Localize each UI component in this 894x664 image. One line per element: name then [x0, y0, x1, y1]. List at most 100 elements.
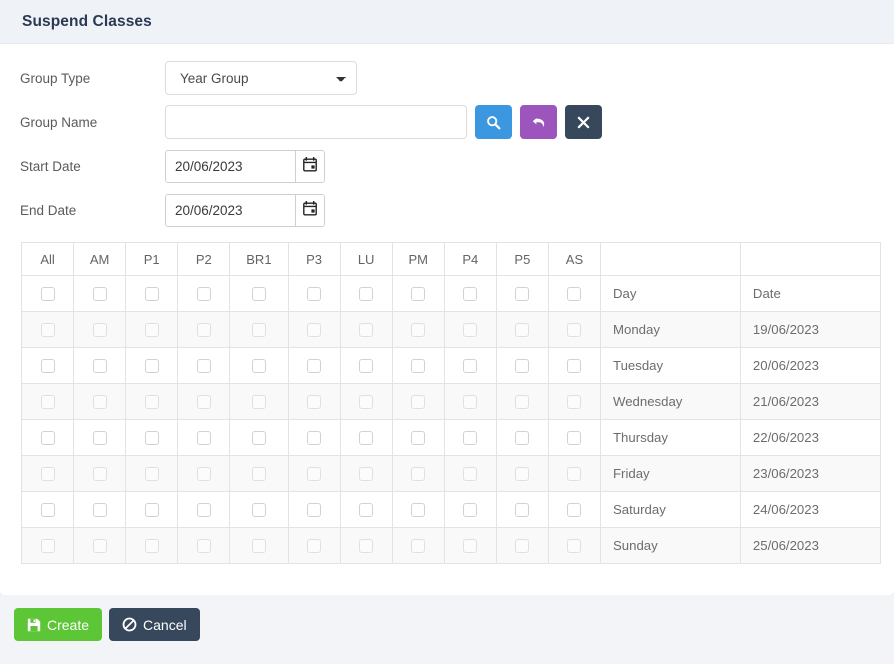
suspend-checkbox[interactable] [463, 359, 478, 374]
suspend-checkbox[interactable] [359, 287, 374, 302]
group-clear-button[interactable] [565, 105, 602, 139]
group-undo-button[interactable] [520, 105, 557, 139]
suspend-checkbox[interactable] [40, 323, 55, 338]
suspend-checkbox[interactable] [144, 431, 159, 446]
end-date-picker-button[interactable] [295, 194, 324, 226]
suspend-checkbox[interactable] [463, 395, 478, 410]
suspend-checkbox[interactable] [567, 359, 582, 374]
start-date-picker-button[interactable] [295, 150, 324, 182]
suspend-checkbox[interactable] [515, 323, 530, 338]
suspend-checkbox[interactable] [463, 467, 478, 482]
suspend-checkbox[interactable] [359, 323, 374, 338]
suspend-checkbox[interactable] [463, 503, 478, 518]
suspend-checkbox[interactable] [196, 287, 211, 302]
grid-cell-checkbox [287, 311, 341, 348]
suspend-checkbox[interactable] [515, 359, 530, 374]
start-date-input[interactable] [166, 150, 295, 182]
end-date-input[interactable] [166, 194, 295, 226]
suspend-checkbox[interactable] [92, 323, 107, 338]
suspend-checkbox[interactable] [567, 287, 582, 302]
group-name-input[interactable] [165, 105, 467, 139]
suspend-checkbox[interactable] [40, 287, 55, 302]
create-button[interactable]: Create [14, 608, 103, 641]
suspend-checkbox[interactable] [567, 431, 582, 446]
suspend-checkbox[interactable] [411, 323, 426, 338]
suspend-checkbox[interactable] [251, 431, 266, 446]
suspend-checkbox[interactable] [567, 539, 582, 554]
suspend-checkbox[interactable] [411, 467, 426, 482]
suspend-checkbox[interactable] [144, 323, 159, 338]
suspend-checkbox[interactable] [40, 431, 55, 446]
suspend-checkbox[interactable] [40, 359, 55, 374]
suspend-checkbox[interactable] [144, 539, 159, 554]
suspend-checkbox[interactable] [515, 503, 530, 518]
suspend-checkbox[interactable] [144, 503, 159, 518]
suspend-checkbox[interactable] [515, 287, 530, 302]
suspend-checkbox[interactable] [515, 431, 530, 446]
suspend-checkbox[interactable] [463, 539, 478, 554]
suspend-checkbox[interactable] [411, 395, 426, 410]
suspend-checkbox[interactable] [411, 431, 426, 446]
group-type-select[interactable]: Year Group [165, 61, 357, 95]
suspend-checkbox[interactable] [196, 359, 211, 374]
suspend-checkbox[interactable] [144, 395, 159, 410]
suspend-checkbox[interactable] [92, 359, 107, 374]
suspend-checkbox[interactable] [463, 323, 478, 338]
suspend-checkbox[interactable] [307, 503, 322, 518]
suspend-checkbox[interactable] [359, 503, 374, 518]
suspend-checkbox[interactable] [463, 287, 478, 302]
suspend-checkbox[interactable] [92, 539, 107, 554]
suspend-checkbox[interactable] [307, 323, 322, 338]
suspend-checkbox[interactable] [251, 467, 266, 482]
suspend-checkbox[interactable] [251, 503, 266, 518]
suspend-checkbox[interactable] [196, 503, 211, 518]
suspend-checkbox[interactable] [307, 359, 322, 374]
suspend-checkbox[interactable] [92, 503, 107, 518]
suspend-checkbox[interactable] [307, 467, 322, 482]
suspend-checkbox[interactable] [196, 539, 211, 554]
suspend-checkbox[interactable] [411, 539, 426, 554]
suspend-checkbox[interactable] [567, 323, 582, 338]
suspend-checkbox[interactable] [144, 287, 159, 302]
suspend-checkbox[interactable] [359, 467, 374, 482]
suspend-checkbox[interactable] [196, 431, 211, 446]
suspend-checkbox[interactable] [92, 287, 107, 302]
suspend-checkbox[interactable] [40, 539, 55, 554]
suspend-checkbox[interactable] [411, 503, 426, 518]
suspend-checkbox[interactable] [251, 359, 266, 374]
suspend-checkbox[interactable] [196, 323, 211, 338]
suspend-checkbox[interactable] [307, 287, 322, 302]
suspend-checkbox[interactable] [92, 467, 107, 482]
suspend-checkbox[interactable] [40, 395, 55, 410]
suspend-checkbox[interactable] [251, 539, 266, 554]
suspend-checkbox[interactable] [463, 431, 478, 446]
suspend-checkbox[interactable] [411, 359, 426, 374]
suspend-checkbox[interactable] [567, 467, 582, 482]
suspend-checkbox[interactable] [251, 287, 266, 302]
group-search-button[interactable] [475, 105, 512, 139]
suspend-checkbox[interactable] [359, 431, 374, 446]
suspend-checkbox[interactable] [515, 395, 530, 410]
suspend-checkbox[interactable] [567, 503, 582, 518]
suspend-checkbox[interactable] [251, 323, 266, 338]
suspend-checkbox[interactable] [307, 431, 322, 446]
suspend-checkbox[interactable] [359, 539, 374, 554]
suspend-checkbox[interactable] [92, 395, 107, 410]
suspend-checkbox[interactable] [251, 395, 266, 410]
suspend-checkbox[interactable] [307, 395, 322, 410]
suspend-checkbox[interactable] [567, 395, 582, 410]
suspend-checkbox[interactable] [411, 287, 426, 302]
suspend-checkbox[interactable] [307, 539, 322, 554]
suspend-checkbox[interactable] [359, 359, 374, 374]
suspend-checkbox[interactable] [515, 467, 530, 482]
suspend-checkbox[interactable] [359, 395, 374, 410]
suspend-checkbox[interactable] [40, 467, 55, 482]
suspend-checkbox[interactable] [515, 539, 530, 554]
suspend-checkbox[interactable] [40, 503, 55, 518]
suspend-checkbox[interactable] [196, 467, 211, 482]
suspend-checkbox[interactable] [92, 431, 107, 446]
suspend-checkbox[interactable] [144, 467, 159, 482]
cancel-button[interactable]: Cancel [109, 608, 200, 641]
suspend-checkbox[interactable] [196, 395, 211, 410]
suspend-checkbox[interactable] [144, 359, 159, 374]
